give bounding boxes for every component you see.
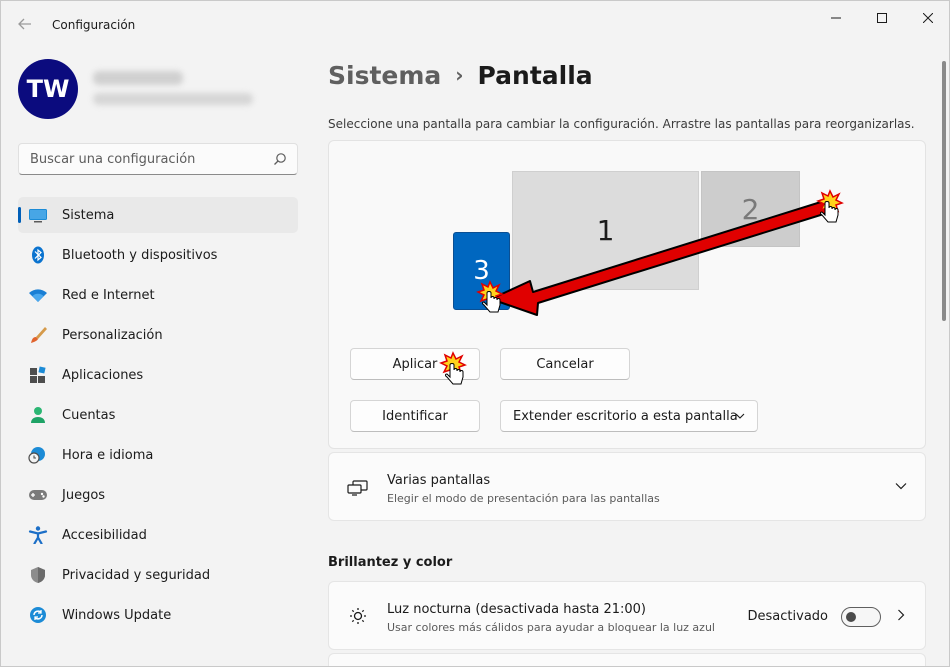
card-subtitle: Elegir el modo de presentación para las … [387, 492, 660, 505]
display-description: Seleccione una pantalla para cambiar la … [328, 117, 915, 131]
cancel-button[interactable]: Cancelar [500, 348, 630, 380]
back-arrow-icon[interactable] [13, 15, 37, 39]
shield-icon [31, 567, 45, 583]
apps-icon [30, 366, 46, 383]
sidebar-item-cuentas[interactable]: Cuentas [18, 397, 298, 433]
maximize-icon [877, 13, 887, 23]
brush-icon [31, 327, 47, 343]
sidebar-item-label: Accesibilidad [62, 527, 147, 543]
sidebar-item-sistema[interactable]: Sistema [18, 197, 298, 233]
search-input[interactable] [19, 144, 269, 174]
title-bar: Configuración [1, 1, 949, 51]
close-button[interactable] [905, 1, 949, 35]
accessibility-icon [28, 526, 48, 544]
wifi-icon [29, 289, 47, 302]
display-mode-dropdown[interactable]: Extender escritorio a esta pantalla [500, 400, 758, 432]
sidebar-item-hora[interactable]: Hora e idioma [18, 437, 298, 473]
minimize-icon [831, 17, 841, 19]
sidebar-item-accesibilidad[interactable]: Accesibilidad [18, 517, 298, 553]
sidebar-item-personalizacion[interactable]: Personalización [18, 317, 298, 353]
bluetooth-icon [32, 246, 44, 264]
identify-button[interactable]: Identificar [350, 400, 480, 432]
sidebar-item-label: Bluetooth y dispositivos [62, 247, 218, 263]
sidebar-item-red[interactable]: Red e Internet [18, 277, 298, 313]
chevron-right-icon[interactable] [897, 609, 905, 621]
monitor-icon [29, 209, 47, 223]
breadcrumb-parent[interactable]: Sistema [328, 61, 441, 90]
sidebar-item-juegos[interactable]: Juegos [18, 477, 298, 513]
card-title: Luz nocturna (desactivada hasta 21:00) [387, 602, 646, 617]
night-light-toggle[interactable] [841, 607, 881, 627]
sidebar-item-label: Red e Internet [62, 287, 155, 303]
update-icon [30, 607, 46, 623]
multiple-displays-icon [347, 480, 368, 496]
maximize-button[interactable] [859, 1, 905, 35]
multiple-displays-card[interactable]: Varias pantallas Elegir el modo de prese… [328, 452, 926, 521]
sidebar-item-label: Cuentas [62, 407, 116, 423]
sidebar-item-windows-update[interactable]: Windows Update [18, 597, 298, 633]
sidebar-item-label: Juegos [62, 487, 106, 503]
monitor-1[interactable]: 1 [512, 171, 699, 290]
globe-clock-icon [28, 447, 45, 464]
profile-name-blurred [93, 71, 183, 85]
sidebar-item-label: Hora e idioma [62, 447, 154, 463]
sidebar-item-label: Windows Update [62, 607, 172, 623]
profile-email-blurred [93, 93, 253, 105]
chevron-down-icon [735, 413, 745, 419]
monitor-3[interactable]: 3 [453, 232, 510, 310]
settings-window: Configuración TW Sistema [0, 0, 950, 667]
window-title: Configuración [52, 18, 136, 32]
dropdown-selected-value: Extender escritorio a esta pantalla [513, 408, 738, 424]
sidebar-item-label: Personalización [62, 327, 163, 343]
avatar[interactable]: TW [18, 59, 78, 119]
display-arrangement-panel: 1 2 3 Aplicar Cancelar Identificar Exten… [328, 140, 926, 449]
chevron-down-icon[interactable] [895, 482, 907, 490]
apply-button[interactable]: Aplicar [350, 348, 480, 380]
sidebar-item-bluetooth[interactable]: Bluetooth y dispositivos [18, 237, 298, 273]
window-controls [813, 1, 949, 35]
sidebar-item-label: Privacidad y seguridad [62, 567, 211, 583]
night-light-state: Desactivado [747, 609, 828, 624]
breadcrumb: Sistema › Pantalla [328, 61, 593, 90]
gamepad-icon [29, 490, 47, 500]
sidebar-item-label: Sistema [62, 207, 115, 223]
brightness-icon [350, 608, 366, 624]
sidebar-item-aplicaciones[interactable]: Aplicaciones [18, 357, 298, 393]
next-setting-card[interactable] [328, 653, 926, 666]
search-icon[interactable] [273, 152, 287, 166]
sidebar-nav: Sistema Bluetooth y dispositivos Red e I… [18, 197, 298, 637]
sidebar-item-privacidad[interactable]: Privacidad y seguridad [18, 557, 298, 593]
card-subtitle: Usar colores más cálidos para ayudar a b… [387, 621, 715, 634]
section-title: Brillantez y color [328, 555, 453, 570]
night-light-card[interactable]: Luz nocturna (desactivada hasta 21:00) U… [328, 581, 926, 650]
page-title: Pantalla [477, 61, 593, 90]
chevron-right-icon: › [455, 63, 464, 87]
monitor-2[interactable]: 2 [701, 171, 800, 247]
person-icon [31, 407, 45, 423]
scrollbar[interactable] [942, 61, 946, 321]
minimize-button[interactable] [813, 1, 859, 35]
card-title: Varias pantallas [387, 473, 491, 488]
sidebar-item-label: Aplicaciones [62, 367, 144, 383]
close-icon [923, 13, 933, 23]
search-box[interactable] [18, 143, 298, 175]
